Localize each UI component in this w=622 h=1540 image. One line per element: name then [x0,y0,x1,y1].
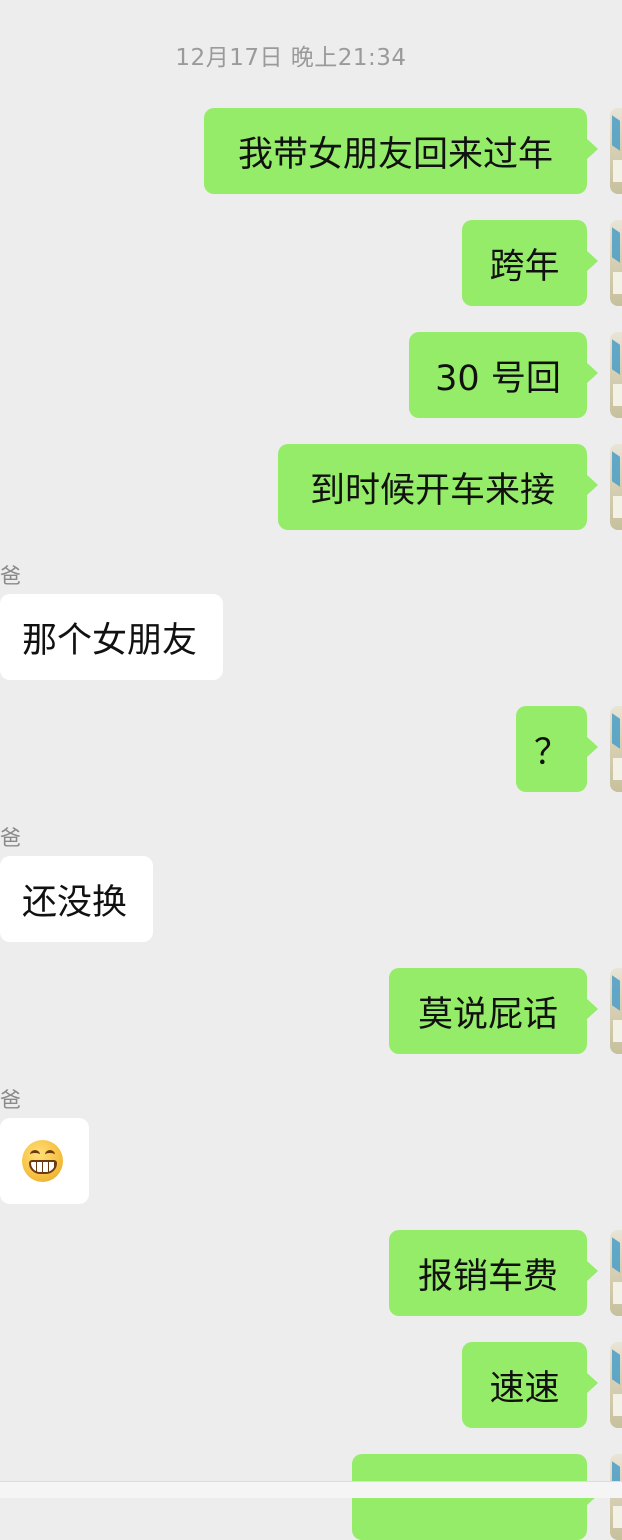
own-avatar[interactable] [610,1230,622,1316]
own-avatar[interactable] [610,444,622,530]
emoji-eye [30,1150,40,1159]
message-text: 跨年 [489,246,560,287]
sender-name: 爸 [0,1088,21,1112]
message-text: 到时候开车来接 [309,470,555,511]
outgoing-message-bubble[interactable]: 报销车费 [389,1230,598,1316]
message-timestamp: 12月17日 晚上21:34 [175,45,407,71]
message-text: 我带女朋友回来过年 [237,134,553,175]
sender-name: 爸 [0,564,21,588]
message-text: 那个女朋友 [22,620,198,661]
own-avatar[interactable] [610,1342,622,1428]
chat-window: 12月17日 晚上21:34 我带女朋友回来过年 跨年 30 号回 到时候开车来… [0,0,622,1540]
message-text: 莫说屁话 [417,994,558,1035]
sender-name: 爸 [0,826,21,850]
outgoing-message-bubble[interactable]: 我带女朋友回来过年 [204,108,598,194]
outgoing-message-bubble[interactable]: 速速 [462,1342,598,1428]
outgoing-message-bubble[interactable]: ？ [516,706,598,792]
own-avatar[interactable] [610,108,622,194]
incoming-message-bubble[interactable]: 那个女朋友 [0,594,224,680]
incoming-message-bubble[interactable]: 还没换 [0,856,154,942]
outgoing-message-bubble[interactable]: 跨年 [462,220,598,306]
outgoing-message-bubble[interactable]: 30 号回 [409,332,598,418]
emoji-eye [45,1150,55,1159]
own-avatar[interactable] [610,220,622,306]
message-text: 30 号回 [435,358,561,399]
outgoing-message-bubble[interactable]: 莫说屁话 [389,968,598,1054]
input-bar-edge [0,1481,622,1498]
emoji-mouth [29,1160,57,1174]
grinning-face-emoji-icon [22,1140,63,1182]
message-text: 还没换 [22,882,128,923]
own-avatar[interactable] [610,706,622,792]
message-text: 速速 [489,1368,560,1409]
incoming-message-bubble[interactable] [0,1118,89,1204]
message-text: 报销车费 [417,1256,558,1297]
outgoing-message-bubble[interactable]: 到时候开车来接 [278,444,598,530]
own-avatar[interactable] [610,968,622,1054]
own-avatar[interactable] [610,332,622,418]
message-text: ？ [533,732,569,773]
